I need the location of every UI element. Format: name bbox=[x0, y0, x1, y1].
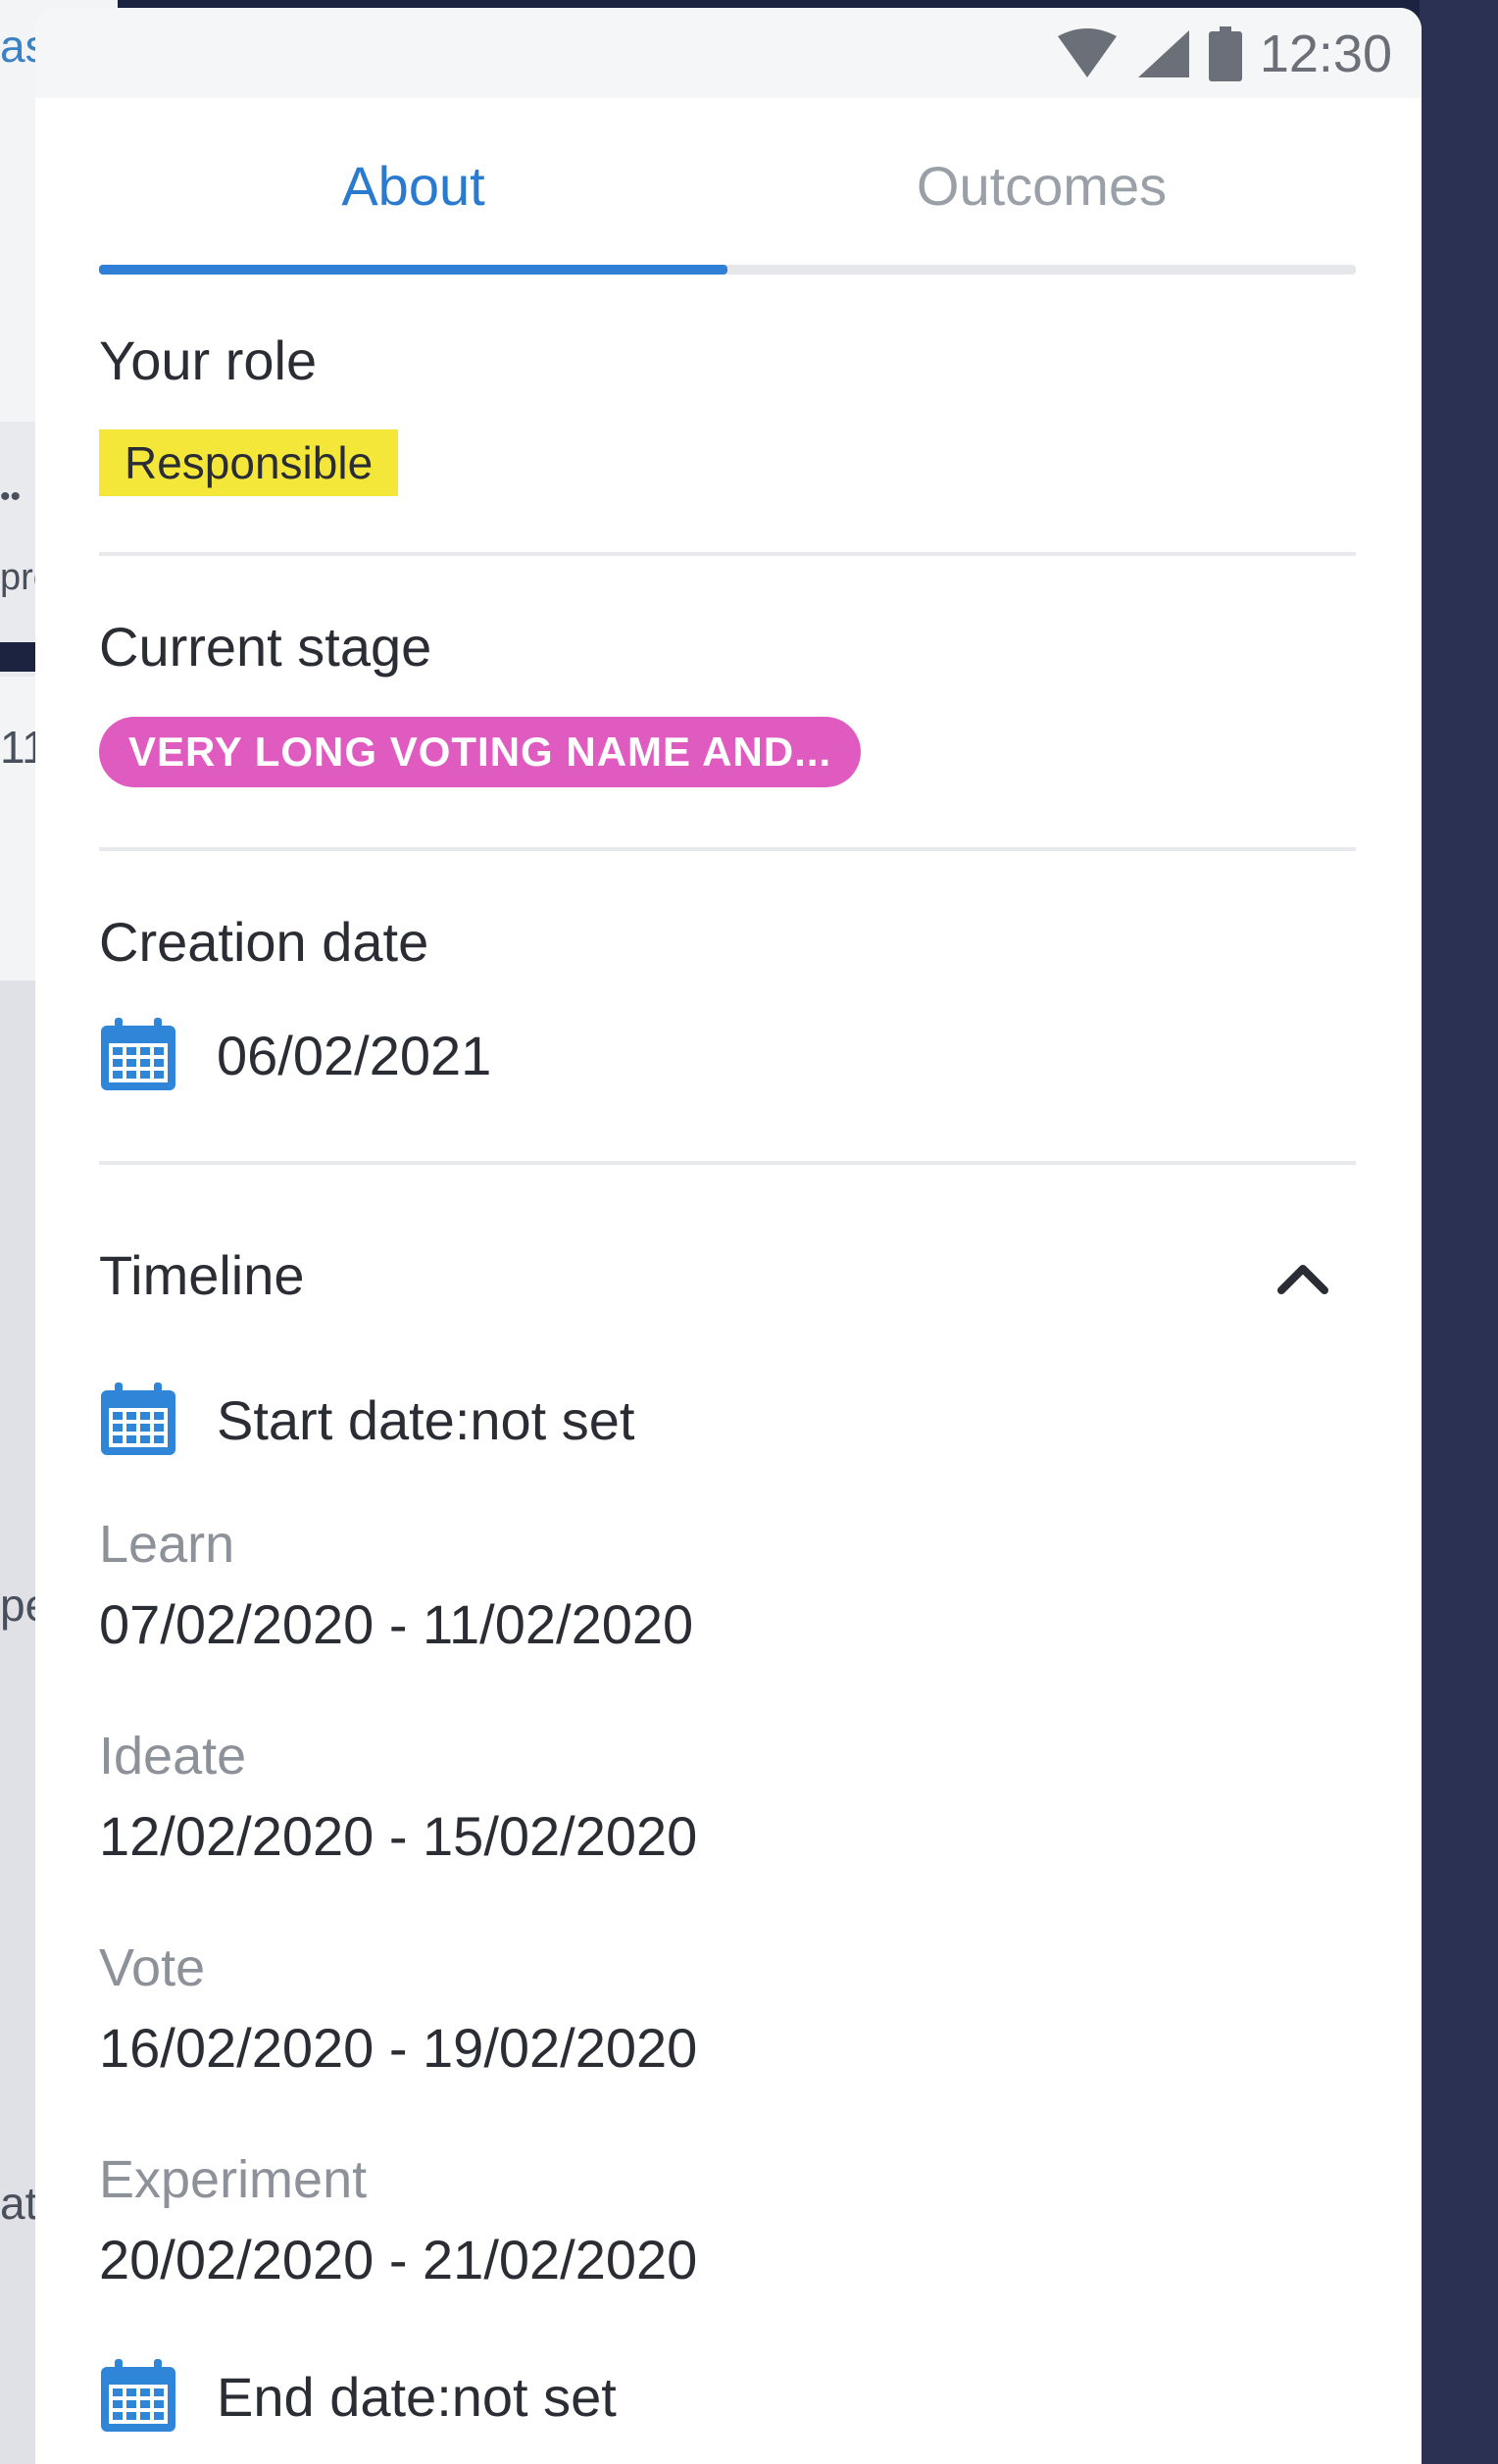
timeline-stage-name: Learn bbox=[99, 1515, 235, 1574]
details-sheet: 12:30 About Outcomes Your role Responsib… bbox=[35, 8, 1422, 2464]
creation-date-row: 06/02/2021 bbox=[99, 1018, 491, 1092]
timeline-stage-range: 07/02/2020 - 11/02/2020 bbox=[99, 1593, 694, 1655]
calendar-icon bbox=[101, 2359, 175, 2432]
tab-active-indicator bbox=[99, 265, 727, 275]
tab-about[interactable]: About bbox=[99, 98, 727, 275]
tab-outcomes[interactable]: Outcomes bbox=[727, 98, 1356, 275]
about-content: Your role Responsible Current stage VERY… bbox=[99, 275, 1356, 2464]
tab-bar: About Outcomes bbox=[99, 98, 1356, 275]
background-text: 11 bbox=[0, 722, 39, 773]
timeline-stage: Experiment 20/02/2020 - 21/02/2020 bbox=[99, 2139, 1356, 2300]
status-time: 12:30 bbox=[1259, 25, 1392, 83]
current-stage-badge: VERY LONG VOTING NAME AND... bbox=[99, 717, 862, 787]
creation-date-title: Creation date bbox=[99, 911, 429, 973]
timeline-header[interactable]: Timeline bbox=[99, 1165, 1356, 1351]
timeline-section: Timeline Start date:not set Learn 07/02/… bbox=[99, 1165, 1356, 2464]
timeline-start-row: Start date:not set bbox=[99, 1351, 1356, 1488]
background-text: pe bbox=[0, 1580, 39, 1631]
timeline-stage-name: Ideate bbox=[99, 1727, 247, 1785]
background-text: as bbox=[0, 21, 39, 72]
battery-icon bbox=[1208, 26, 1242, 81]
current-stage-section: Current stage VERY LONG VOTING NAME AND.… bbox=[99, 556, 1356, 851]
background-text: at bbox=[0, 2178, 38, 2229]
creation-date-value: 06/02/2021 bbox=[217, 1024, 492, 1086]
background-text: pre bbox=[0, 557, 39, 598]
wifi-icon bbox=[1057, 28, 1117, 77]
role-title: Your role bbox=[99, 329, 318, 391]
chevron-up-icon[interactable] bbox=[1273, 1253, 1332, 1302]
timeline-stage-name: Vote bbox=[99, 1938, 206, 1997]
current-stage-title: Current stage bbox=[99, 616, 432, 678]
background-edge bbox=[1420, 0, 1498, 2464]
timeline-start-date: Start date:not set bbox=[217, 1388, 635, 1451]
timeline-stage: Ideate 12/02/2020 - 15/02/2020 bbox=[99, 1716, 1356, 1877]
timeline-stage: Learn 07/02/2020 - 11/02/2020 bbox=[99, 1504, 1356, 1665]
timeline-stage-range: 12/02/2020 - 15/02/2020 bbox=[99, 1805, 698, 1867]
timeline-end-date: End date:not set bbox=[217, 2365, 617, 2428]
timeline-stage-range: 16/02/2020 - 19/02/2020 bbox=[99, 2017, 698, 2079]
timeline-stage-name: Experiment bbox=[99, 2150, 368, 2209]
timeline-stage: Vote 16/02/2020 - 19/02/2020 bbox=[99, 1928, 1356, 2088]
role-badge: Responsible bbox=[99, 429, 399, 496]
status-bar: 12:30 bbox=[35, 8, 1422, 98]
calendar-icon bbox=[101, 1018, 175, 1090]
timeline-end-row: End date:not set bbox=[99, 2328, 1356, 2464]
timeline-stage-range: 20/02/2020 - 21/02/2020 bbox=[99, 2229, 698, 2290]
calendar-icon bbox=[101, 1383, 175, 1455]
signal-icon bbox=[1137, 30, 1189, 77]
creation-date-section: Creation date 06/02/2021 bbox=[99, 851, 1356, 1165]
timeline-title: Timeline bbox=[99, 1244, 305, 1306]
background-text: •• bbox=[0, 480, 22, 513]
role-section: Your role Responsible bbox=[99, 275, 1356, 556]
